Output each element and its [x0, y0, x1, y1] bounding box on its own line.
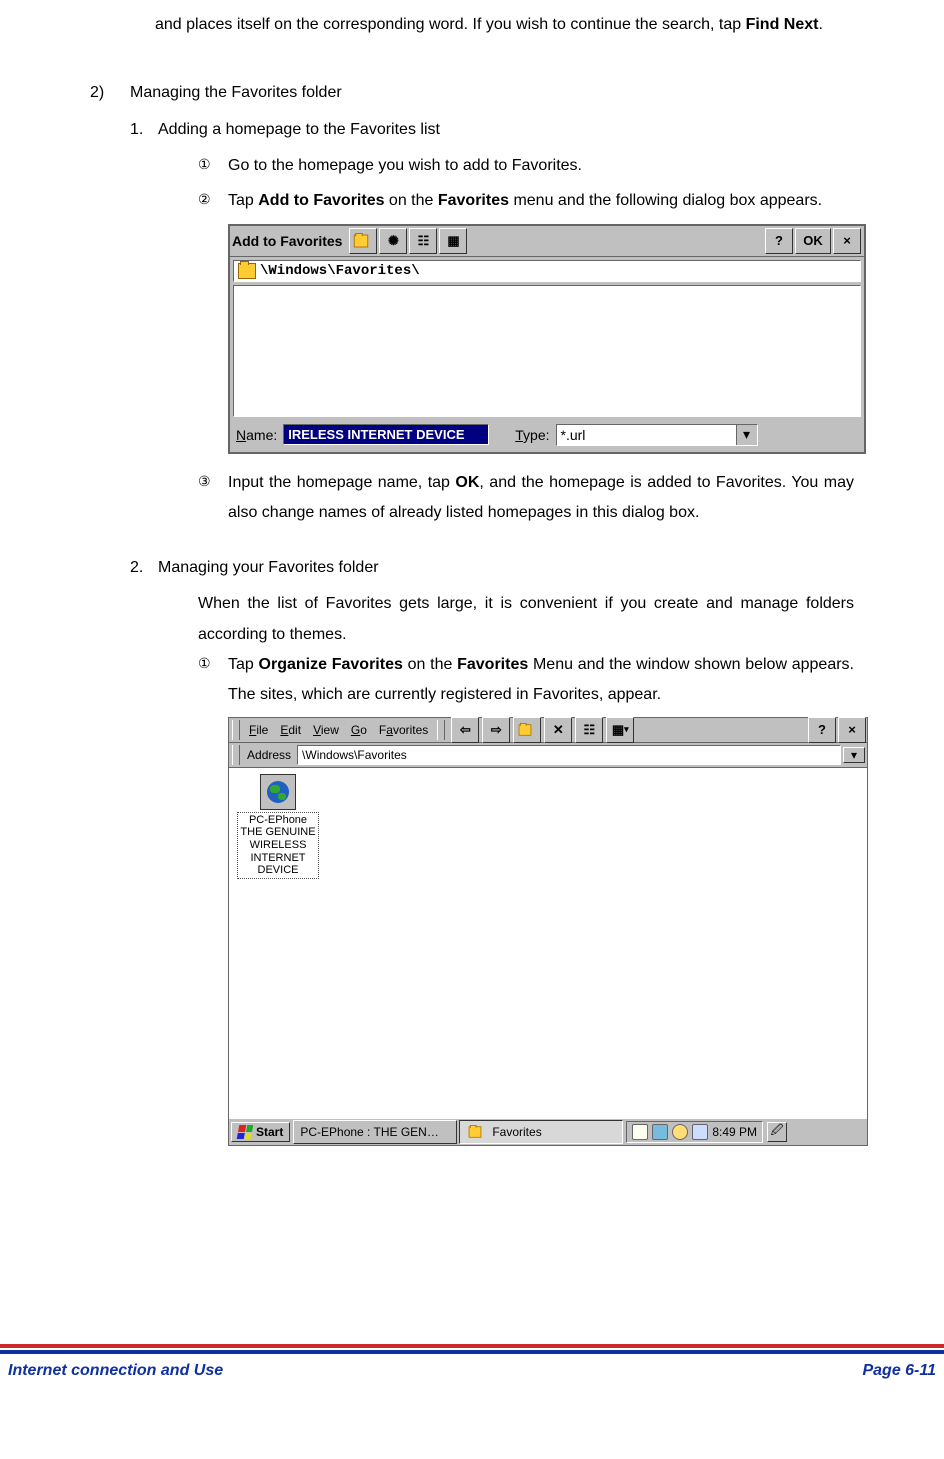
name-label: Name:	[236, 427, 277, 443]
favorites-menu-label: Favorites	[438, 192, 509, 209]
file-list-area[interactable]	[233, 285, 861, 417]
path-field[interactable]: \Windows\Favorites\	[233, 260, 861, 282]
views-button[interactable]: ▦▾	[606, 717, 634, 743]
menu-edit[interactable]: Edit	[274, 721, 307, 739]
close-button[interactable]: ×	[833, 228, 861, 254]
section-title: Managing the Favorites folder	[130, 78, 342, 108]
subsection-2: 2. Managing your Favorites folder	[130, 553, 854, 583]
step-2: ② Tap Add to Favorites on the Favorites …	[198, 186, 854, 216]
folder-icon	[238, 263, 256, 279]
dialog-title: Add to Favorites	[232, 233, 342, 249]
taskbar-item-favorites[interactable]: Favorites	[459, 1120, 623, 1144]
list-view-button[interactable]: ☷	[409, 228, 437, 254]
type-select[interactable]: *.url ▾	[556, 424, 758, 446]
find-next-label: Find Next	[746, 16, 819, 33]
organize-favorites-label: Organize Favorites	[259, 656, 403, 673]
subsection-title: Adding a homepage to the Favorites list	[158, 115, 440, 145]
subsection-number: 2.	[130, 553, 158, 583]
start-button[interactable]: Start	[231, 1122, 290, 1142]
intro-paragraph: and places itself on the corresponding w…	[155, 10, 854, 40]
globe-icon	[260, 774, 296, 810]
step-text: Tap Organize Favorites on the Favorites …	[228, 650, 854, 711]
help-button[interactable]: ?	[808, 717, 836, 743]
step-marker: ①	[198, 650, 228, 711]
new-folder-button[interactable]: ✺	[379, 228, 407, 254]
forward-button[interactable]: ⇨	[482, 717, 510, 743]
step-marker: ①	[198, 151, 228, 181]
shortcut-label: PC-EPhone THE GENUINE WIRELESS INTERNET …	[237, 812, 319, 879]
subsection-1: 1. Adding a homepage to the Favorites li…	[130, 115, 854, 145]
menu-file[interactable]: File	[243, 721, 274, 739]
address-label: Address	[243, 748, 295, 762]
subsection-title: Managing your Favorites folder	[158, 553, 379, 583]
add-to-favorites-dialog: Add to Favorites ✺ ☷ ▦ ? OK × \Windows\F…	[228, 224, 866, 454]
section-2: 2) Managing the Favorites folder	[90, 78, 854, 108]
system-tray[interactable]: 8:49 PM	[626, 1121, 763, 1143]
intro-text: and places itself on the corresponding w…	[155, 16, 746, 33]
grip-icon	[437, 720, 445, 740]
explorer-canvas[interactable]: PC-EPhone THE GENUINE WIRELESS INTERNET …	[229, 768, 867, 1118]
grip-icon	[232, 720, 240, 740]
step-marker: ③	[198, 468, 228, 529]
ok-button[interactable]: OK	[795, 228, 831, 254]
tray-icon	[632, 1124, 648, 1140]
step-1: ① Go to the homepage you wish to add to …	[198, 151, 854, 181]
up-one-level-button[interactable]	[349, 228, 377, 254]
explorer-window: File Edit View Go Favorites ⇦ ⇨ ✕ ☷ ▦▾	[228, 717, 868, 1146]
address-input[interactable]: \Windows\Favorites	[297, 745, 841, 765]
chevron-down-icon[interactable]: ▾	[736, 425, 757, 445]
favorite-shortcut[interactable]: PC-EPhone THE GENUINE WIRELESS INTERNET …	[237, 774, 319, 879]
ok-label: OK	[455, 474, 479, 491]
step-text: Input the homepage name, tap OK, and the…	[228, 468, 854, 529]
close-button[interactable]: ×	[838, 717, 866, 743]
help-button[interactable]: ?	[765, 228, 793, 254]
up-button[interactable]	[513, 717, 541, 743]
delete-button[interactable]: ✕	[544, 717, 572, 743]
menu-go[interactable]: Go	[345, 721, 373, 739]
step-text: Go to the homepage you wish to add to Fa…	[228, 151, 854, 181]
properties-button[interactable]: ☷	[575, 717, 603, 743]
footer-left: Internet connection and Use	[8, 1356, 223, 1386]
page-footer: Internet connection and Use Page 6-11	[0, 1344, 944, 1386]
add-to-favorites-label: Add to Favorites	[258, 192, 384, 209]
taskbar: Start PC-EPhone : THE GEN… Favorites 8:4…	[229, 1118, 867, 1145]
name-input[interactable]: IRELESS INTERNET DEVICE	[283, 424, 489, 445]
menu-favorites[interactable]: Favorites	[373, 721, 434, 739]
grip-icon	[232, 745, 240, 765]
menu-view[interactable]: View	[307, 721, 345, 739]
type-value: *.url	[557, 425, 736, 445]
footer-right: Page 6-11	[862, 1356, 936, 1386]
step-marker: ②	[198, 186, 228, 216]
show-desktop-button[interactable]: 🖉	[767, 1122, 787, 1142]
section-number: 2)	[90, 78, 130, 108]
tray-icon	[692, 1124, 708, 1140]
subsection-number: 1.	[130, 115, 158, 145]
folder-icon	[469, 1126, 482, 1137]
address-dropdown[interactable]: ▾	[843, 747, 865, 763]
step-text: Tap Add to Favorites on the Favorites me…	[228, 186, 854, 216]
subsection-body: When the list of Favorites gets large, i…	[198, 589, 854, 650]
path-text: \Windows\Favorites\	[260, 263, 420, 279]
type-label: Type:	[515, 427, 549, 443]
tray-icon	[652, 1124, 668, 1140]
clock: 8:49 PM	[712, 1125, 757, 1139]
back-button[interactable]: ⇦	[451, 717, 479, 743]
details-view-button[interactable]: ▦	[439, 228, 467, 254]
favorites-menu-label: Favorites	[457, 656, 528, 673]
step-2-1: ① Tap Organize Favorites on the Favorite…	[198, 650, 854, 711]
tray-icon	[672, 1124, 688, 1140]
taskbar-item-pcephone[interactable]: PC-EPhone : THE GEN…	[293, 1120, 457, 1144]
step-3: ③ Input the homepage name, tap OK, and t…	[198, 468, 854, 529]
windows-logo-icon	[237, 1125, 253, 1139]
